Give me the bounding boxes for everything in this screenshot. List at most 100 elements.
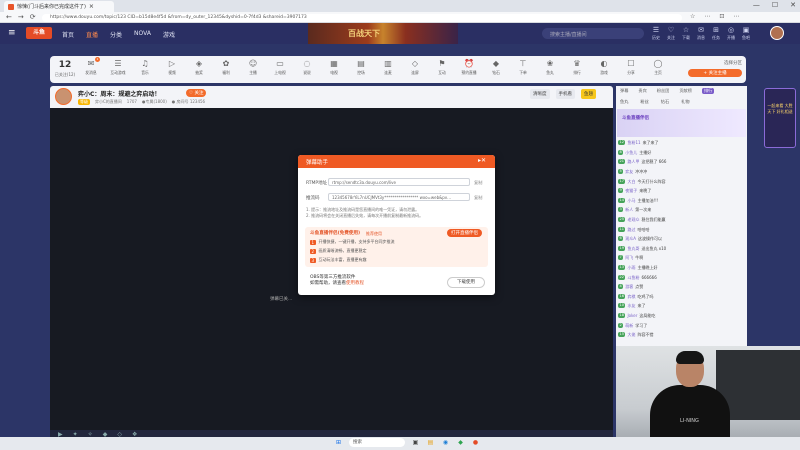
tab-fans[interactable]: 粉丝团 [657,88,670,94]
chat-username[interactable]: 大白 [627,179,635,184]
category-item[interactable]: ▭ 上电视 [269,59,291,76]
category-item[interactable]: ▤ 控场 [350,59,372,76]
maximize-button[interactable]: ☐ [772,1,778,9]
header-banner[interactable] [308,23,458,44]
subtab-yuwan[interactable]: 鱼丸 [620,99,628,105]
task-view-icon[interactable]: ▣ [411,438,420,447]
douyu-app-icon[interactable]: ● [471,438,480,447]
chat-username[interactable]: 萌新 [625,323,633,328]
room-meta-name[interactable]: 弈小C的直播间 [95,99,122,105]
category-item[interactable]: ◆ 钻石 [485,59,507,76]
chat-username[interactable]: 小鱼儿 [625,150,637,155]
category-item[interactable]: ☐ 分享 [620,59,642,76]
category-item[interactable]: ◌ 说说 [296,59,318,76]
category-item[interactable]: ◐ 游戏 [593,59,615,76]
chat-username[interactable]: 斗鱼粉 [627,275,639,280]
edge-icon[interactable]: ◉ [441,438,450,447]
chat-username[interactable]: 新人 [625,207,633,212]
chat-promo-banner[interactable] [617,109,746,137]
chat-username[interactable]: 阿飞 [625,255,633,260]
chat-username[interactable]: 弈友 [625,169,633,174]
browser-menu-icon[interactable]: ⋯ [733,13,739,20]
task-icon[interactable]: ⊞ 任务 [712,26,720,41]
follow-icon[interactable]: ♡ 关注 [667,26,675,41]
quality-button[interactable]: 清晰度 [530,89,550,99]
bookmark-star-icon[interactable]: ☆ [690,13,695,20]
chat-username[interactable]: 路过 [627,227,635,232]
copy-server-link[interactable]: 复制 [474,180,482,186]
open-companion-button[interactable]: 打开直播伴侣 [447,229,482,237]
category-item[interactable]: ⏰ 预约直播 [458,59,480,76]
category-item[interactable]: ✉ 发消息 1 [80,57,102,76]
category-item[interactable]: ⊤ 下单 [512,59,534,76]
chat-username[interactable]: Joker [627,313,637,318]
nav-home[interactable]: 首页 [62,30,74,39]
user-avatar[interactable] [770,26,784,40]
category-item[interactable]: ▷ 视频 [161,59,183,76]
streamer-avatar[interactable] [55,88,72,105]
category-item[interactable]: ▥ 连麦 [377,59,399,76]
category-item[interactable]: ♫ 音乐 [134,59,156,76]
room-follow-button[interactable]: ♡ 关注 [186,89,207,97]
follow-count-label[interactable]: 已关注(12) [52,72,78,78]
url-input[interactable]: https://www.douyu.com/topic/123 CID=b15d… [42,14,682,22]
subtab-diamond[interactable]: 钻石 [661,99,669,105]
message-icon[interactable]: ✉ 消息 [697,26,705,41]
category-item[interactable]: ☺ 主播 [242,59,264,76]
file-explorer-icon[interactable]: ▤ [426,438,435,447]
site-search-input[interactable]: 搜索主播/直播间 [542,28,644,39]
category-right-title[interactable]: 选择分区 [688,60,742,66]
mobile-watch-button[interactable]: 手机看 [555,89,575,99]
server-address-field[interactable]: rtmp://sendtc3a.douyu.com/live [328,178,470,186]
history-icon[interactable]: ☰ 历史 [652,26,660,41]
floating-ad[interactable] [764,88,796,148]
collections-icon[interactable]: ⊡ [719,13,724,20]
tutorial-link[interactable]: 使用教程 [346,281,364,286]
tab-close-icon[interactable]: × [89,3,94,10]
subtab-fans[interactable]: 粉丝 [640,99,648,105]
follow-streamer-button[interactable]: + 关注主播 [688,69,742,77]
category-item[interactable]: ◯ 主页 [647,59,669,76]
copy-key-link[interactable]: 复制 [474,195,482,201]
taskbar-search-input[interactable]: 搜索 [349,438,405,447]
chat-username[interactable]: 游客 [625,284,633,289]
download-icon[interactable]: ☆ 下载 [682,26,690,41]
category-item[interactable]: ✿ 福利 [215,59,237,76]
hamburger-menu-icon[interactable]: ≡ [8,28,16,38]
chat-username[interactable]: 观众A [625,236,636,241]
category-item[interactable]: ▦ 电视 [323,59,345,76]
subtab-gift[interactable]: 礼物 [681,99,689,105]
fishbar-icon[interactable]: ▣ 鱼吧 [742,26,750,41]
category-item[interactable]: ❀ 鱼丸 [539,59,561,76]
chat-username[interactable]: 夜猫子 [625,188,637,193]
category-item[interactable]: ☰ 互动游戏 [107,59,129,76]
chrome-icon[interactable]: ◆ [456,438,465,447]
tab-danmaku[interactable]: 弹幕 [620,88,628,94]
extensions-icon[interactable]: ⋯ [704,13,710,20]
chat-username[interactable]: 大佬 [627,332,635,337]
close-icon[interactable]: ▸✕ [478,157,486,164]
category-item[interactable]: ◇ 连屏 [404,59,426,76]
start-icon[interactable]: ⊞ [334,438,343,447]
close-window-button[interactable]: ✕ [790,1,796,9]
tab-vip[interactable]: 贵宾 [638,88,646,94]
nav-games[interactable]: 游戏 [163,30,175,39]
back-button[interactable]: ← [6,13,12,21]
chat-username[interactable]: 老观众 [627,217,639,222]
nav-nova[interactable]: NOVA [134,30,151,39]
reload-button[interactable]: ⟳ [30,13,36,21]
nav-live[interactable]: 直播 [86,30,98,39]
chat-username[interactable]: 小雨 [627,265,635,270]
minimize-button[interactable]: — [753,1,760,9]
download-button[interactable]: 下载使用 [447,277,485,288]
category-item[interactable]: ♛ 排行 [566,59,588,76]
tab-rank[interactable]: 排行 [701,88,715,94]
nav-category[interactable]: 分类 [110,30,122,39]
start-live-icon[interactable]: ◎ 开播 [727,26,735,41]
chat-username[interactable]: 小马 [627,198,635,203]
chat-username[interactable]: 弈棋 [627,294,635,299]
browser-tab[interactable]: 惊悚(门斗后来你已完成这件了) × [4,1,114,12]
recharge-button[interactable]: 鱼翅 [581,89,596,99]
category-item[interactable]: ⚑ 互动 [431,59,453,76]
forward-button[interactable]: → [18,13,24,21]
